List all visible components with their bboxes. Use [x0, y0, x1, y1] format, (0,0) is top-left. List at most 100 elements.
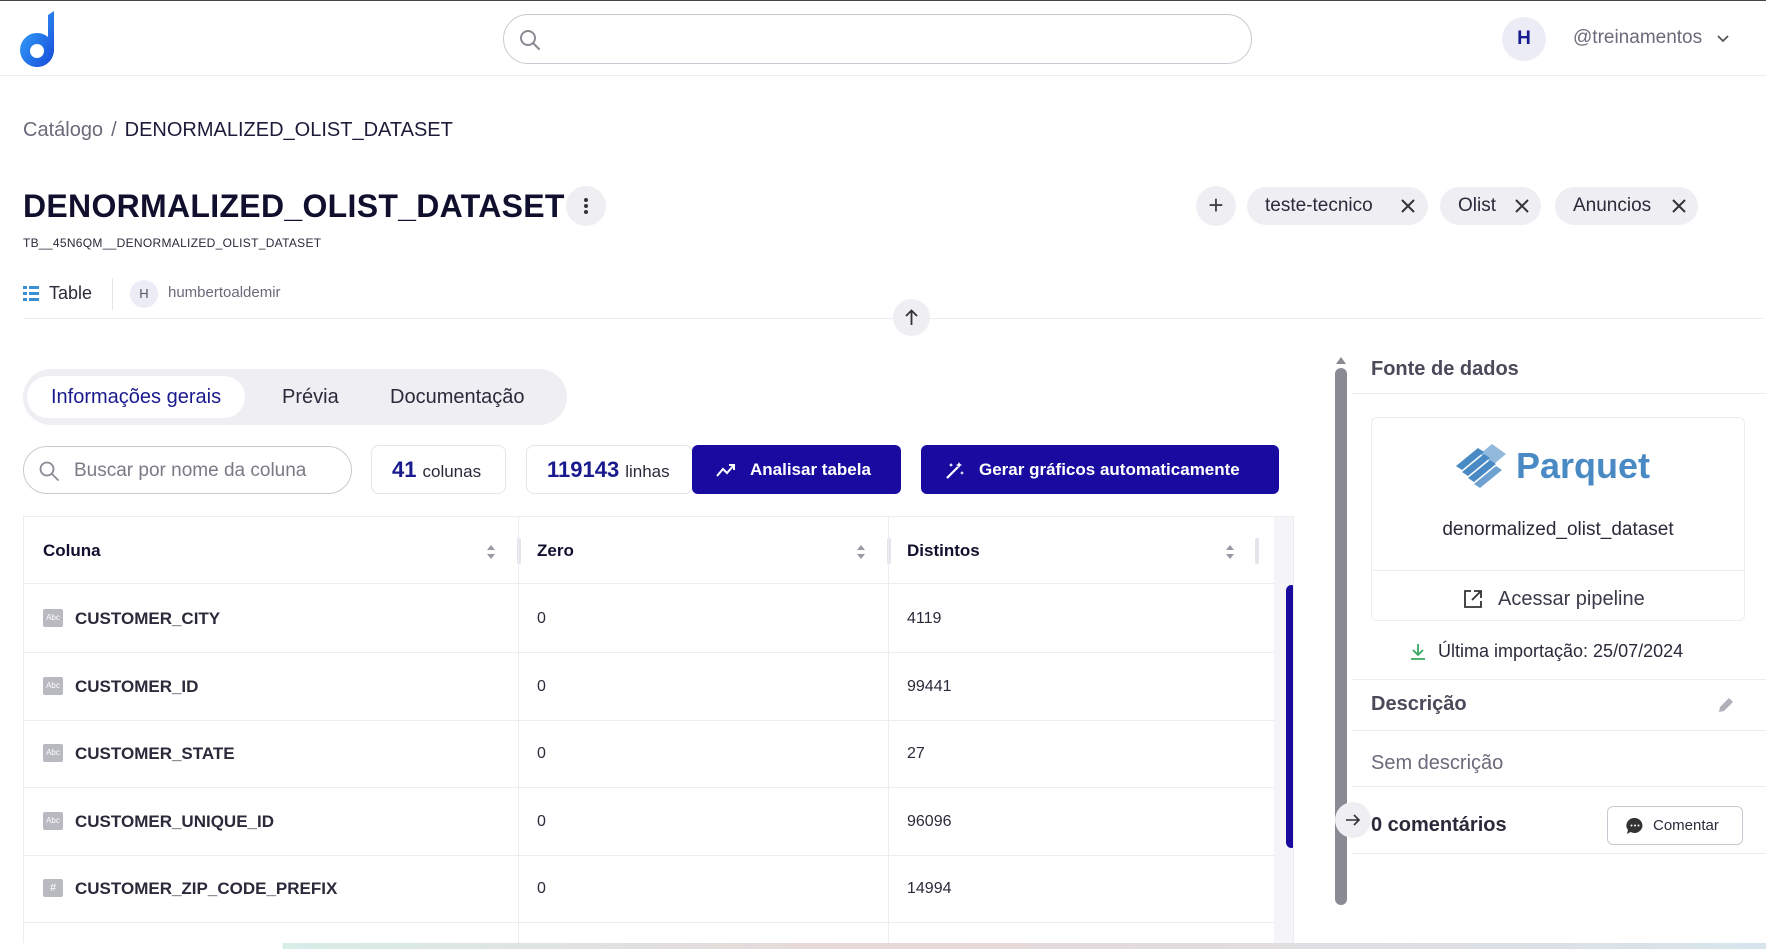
tab-preview[interactable]: Prévia — [258, 376, 363, 418]
table-row[interactable]: Abc CUSTOMER_CITY 0 4119 — [24, 584, 1274, 653]
generate-charts-button[interactable]: Gerar gráficos automaticamente — [921, 445, 1279, 494]
collapse-header-button[interactable] — [893, 299, 930, 336]
global-search[interactable] — [503, 14, 1252, 64]
last-import: Última importação: 25/07/2024 — [1410, 641, 1683, 662]
divider — [112, 278, 113, 310]
divider — [1372, 570, 1744, 571]
generate-charts-label: Gerar gráficos automaticamente — [979, 460, 1240, 479]
kebab-dot — [584, 210, 588, 214]
divider — [1352, 853, 1766, 854]
asset-type: Table — [49, 283, 93, 303]
technical-name: TB__45N6QM__DENORMALIZED_OLIST_DATASET — [23, 236, 322, 250]
download-icon — [1411, 644, 1425, 660]
tag-label: Olist — [1458, 195, 1496, 216]
breadcrumb-separator: / — [111, 119, 117, 141]
table-scrollbar-thumb[interactable] — [1286, 585, 1293, 848]
tag-chip: Olist — [1440, 187, 1541, 225]
rows-label: linhas — [625, 462, 670, 481]
columns-table: Coluna Zero Distintos Abc CUSTOMER_CITY … — [23, 516, 1294, 949]
tag-chip: teste-tecnico — [1247, 187, 1428, 225]
divider — [1352, 679, 1766, 680]
divider — [1352, 393, 1766, 394]
pencil-icon[interactable] — [1716, 695, 1736, 715]
breadcrumb-catalog-link[interactable]: Catálogo — [23, 119, 103, 141]
rows-count: 119143 — [547, 457, 620, 482]
breadcrumb: Catálogo / DENORMALIZED_OLIST_DATASET — [23, 119, 453, 142]
top-bar: H @treinamentos — [0, 0, 1766, 76]
table-row[interactable]: Abc CUSTOMER_STATE 0 27 — [24, 719, 1274, 788]
column-search — [23, 446, 352, 494]
tab-bar: Informações gerais Prévia Documentação — [23, 369, 567, 425]
bottom-bar — [0, 943, 1766, 949]
tab-documentation[interactable]: Documentação — [366, 376, 549, 418]
column-name[interactable]: CUSTOMER_ID — [43, 652, 198, 721]
column-header-distinct[interactable]: Distintos — [888, 517, 1274, 584]
description-text: Sem descrição — [1371, 752, 1504, 774]
distinct-count: 14994 — [907, 880, 952, 897]
last-import-text: Última importação: 25/07/2024 — [1438, 641, 1684, 661]
parquet-logo-text: Parquet — [1516, 445, 1650, 486]
column-name[interactable]: CUSTOMER_CITY — [43, 584, 220, 653]
zero-count: 0 — [537, 678, 546, 695]
data-source-title: Fonte de dados — [1371, 358, 1519, 380]
column-name[interactable]: CUSTOMER_UNIQUE_ID — [43, 787, 274, 856]
distinct-count: 27 — [907, 745, 925, 762]
zero-count: 0 — [537, 610, 546, 627]
search-icon — [520, 30, 540, 50]
zero-count: 0 — [537, 813, 546, 830]
analyze-table-label: Analisar tabela — [750, 460, 871, 479]
external-link-icon — [1464, 590, 1482, 608]
column-header-zero[interactable]: Zero — [518, 517, 888, 584]
tag-label: teste-tecnico — [1265, 195, 1373, 216]
close-icon[interactable] — [1671, 198, 1687, 214]
comment-button[interactable]: Comentar — [1607, 806, 1743, 845]
sort-icon[interactable] — [486, 544, 496, 560]
scroll-up-icon[interactable] — [1335, 356, 1347, 366]
table-row[interactable]: Abc CUSTOMER_ID 0 99441 — [24, 652, 1274, 721]
kebab-dot — [584, 198, 588, 202]
kebab-dot — [584, 204, 588, 208]
rows-count-badge: 119143 linhas — [526, 445, 693, 494]
column-name[interactable]: CUSTOMER_ZIP_CODE_PREFIX — [43, 854, 337, 923]
column-name[interactable]: CUSTOMER_STATE — [43, 719, 235, 788]
open-pipeline-link[interactable]: Acessar pipeline — [1462, 583, 1645, 615]
comments-title: 0 comentários — [1371, 814, 1507, 836]
table-row[interactable]: Abc CUSTOMER_UNIQUE_ID 0 96096 — [24, 787, 1274, 856]
sort-icon[interactable] — [856, 544, 866, 560]
analyze-table-button[interactable]: Analisar tabela — [692, 445, 901, 494]
tag-label: Anuncios — [1573, 195, 1652, 216]
page-title: DENORMALIZED_OLIST_DATASET — [23, 188, 565, 224]
divider — [1352, 786, 1766, 787]
data-source-card: Parquet denormalized_olist_dataset Acess… — [1371, 417, 1745, 621]
arrow-right-icon — [1346, 814, 1361, 826]
sort-icon[interactable] — [1225, 544, 1235, 560]
column-resize-handle[interactable] — [1255, 538, 1259, 564]
breadcrumb-current: DENORMALIZED_OLIST_DATASET — [124, 119, 453, 141]
distinct-count: 4119 — [907, 610, 942, 627]
close-icon[interactable] — [1514, 198, 1530, 214]
add-tag-button[interactable]: + — [1196, 186, 1236, 226]
chat-bubble-icon — [1626, 817, 1643, 834]
app-logo[interactable] — [20, 11, 64, 67]
close-icon[interactable] — [1400, 198, 1416, 214]
expand-panel-button[interactable] — [1335, 802, 1371, 838]
columns-count: 41 — [392, 457, 417, 482]
user-avatar[interactable]: H — [1502, 17, 1546, 61]
user-menu-name[interactable]: @treinamentos — [1573, 27, 1702, 49]
columns-count-badge: 41 colunas — [371, 445, 506, 494]
owner-name[interactable]: humbertoaldemir — [168, 284, 281, 301]
tab-general-info[interactable]: Informações gerais — [27, 376, 246, 418]
comment-button-label: Comentar — [1653, 817, 1719, 834]
column-header-name[interactable]: Coluna — [24, 517, 518, 584]
table-row[interactable]: # CUSTOMER_ZIP_CODE_PREFIX 0 14994 — [24, 854, 1274, 923]
more-options-button[interactable] — [566, 186, 606, 226]
open-pipeline-label: Acessar pipeline — [1498, 588, 1645, 610]
arrow-up-icon — [905, 309, 918, 325]
owner-avatar: H — [130, 280, 158, 308]
distinct-count: 99441 — [907, 678, 952, 695]
column-search-input[interactable] — [74, 457, 344, 485]
tag-chip: Anuncios — [1555, 187, 1698, 225]
chevron-down-icon[interactable] — [1716, 33, 1730, 45]
search-icon — [39, 461, 59, 481]
trending-up-icon — [716, 464, 735, 477]
